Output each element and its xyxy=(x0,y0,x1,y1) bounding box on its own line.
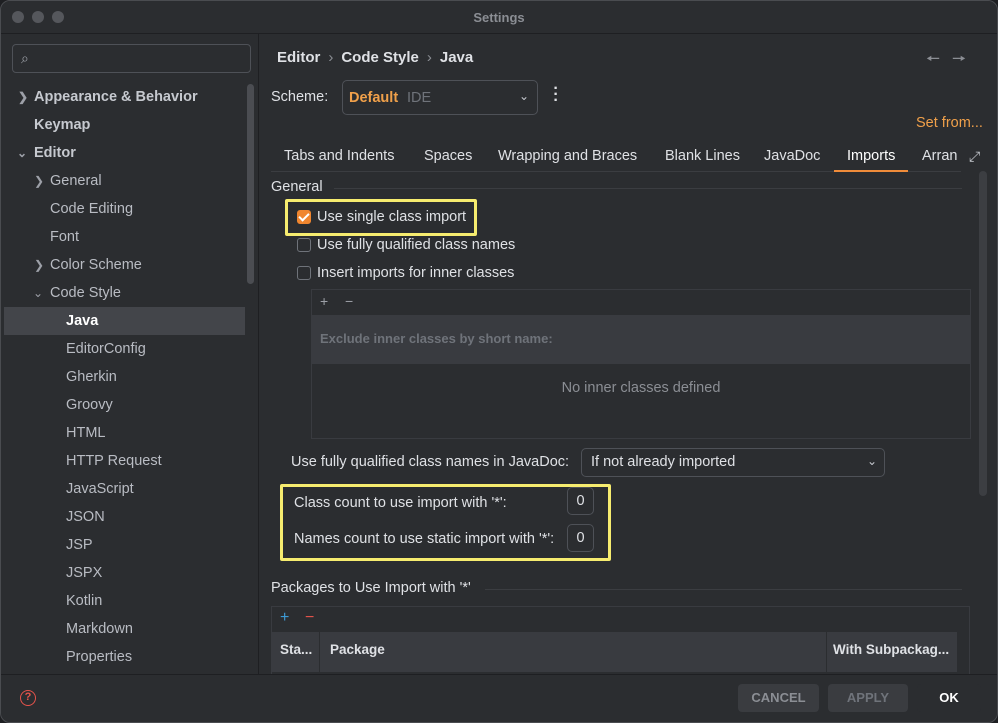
tree-item-code-style[interactable]: ⌄ Code Style xyxy=(4,279,245,307)
column-static[interactable]: Sta... xyxy=(280,642,312,657)
tree-item-jspx[interactable]: JSPX xyxy=(4,559,245,587)
inner-classes-toolbar: + − xyxy=(312,290,970,315)
column-package[interactable]: Package xyxy=(330,642,385,657)
sidebar-scrollbar[interactable] xyxy=(247,84,254,284)
chevron-right-icon: ❯ xyxy=(18,90,29,104)
use-fully-qualified-checkbox[interactable] xyxy=(297,238,311,252)
add-icon[interactable]: + xyxy=(280,609,289,627)
tree-item-jsp[interactable]: JSP xyxy=(4,531,245,559)
javadoc-select[interactable]: If not already imported ⌄ xyxy=(581,448,885,477)
settings-sidebar: ⌕ ❯ Appearance & Behavior Keymap ⌄ Editor … xyxy=(1,34,259,674)
title-bar: Settings xyxy=(1,1,997,34)
set-from-link[interactable]: Set from... xyxy=(916,115,983,131)
insert-inner-imports-checkbox[interactable] xyxy=(297,266,311,280)
scheme-select[interactable]: Default IDE ⌄ xyxy=(342,80,538,115)
tree-item-html[interactable]: HTML xyxy=(4,419,245,447)
arrow-left-icon[interactable]: 🠔 xyxy=(926,48,940,75)
tree-item-json[interactable]: JSON xyxy=(4,503,245,531)
tree-item-font[interactable]: Font xyxy=(4,223,245,251)
settings-main: Editor › Code Style › Java 🠔 🠖 Scheme: Defau… xyxy=(260,34,997,674)
settings-window: Settings ⌕ ❯ Appearance & Behavior Keymap… xyxy=(0,0,998,723)
window-title: Settings xyxy=(473,10,525,25)
divider xyxy=(826,632,827,672)
chevron-right-icon: ❯ xyxy=(34,174,45,188)
tab-arrangement[interactable]: Arran xyxy=(909,140,961,172)
tree-item-groovy[interactable]: Groovy xyxy=(4,391,245,419)
highlight-box xyxy=(285,199,477,236)
tree-item-code-editing[interactable]: Code Editing xyxy=(4,195,245,223)
packages-header: Sta... Package With Subpackag... xyxy=(272,632,957,672)
more-options-icon[interactable]: · · · xyxy=(552,81,560,109)
cancel-button[interactable]: CANCEL xyxy=(738,684,819,712)
arrow-right-icon[interactable]: 🠖 xyxy=(952,48,966,75)
scheme-label: Scheme: xyxy=(271,89,329,105)
tree-item-markdown[interactable]: Markdown xyxy=(4,615,245,643)
divider xyxy=(485,589,962,590)
tree-item-properties[interactable]: Properties xyxy=(4,643,245,671)
chevron-right-icon: ❯ xyxy=(34,258,45,272)
tree-item-editor[interactable]: ⌄ Editor xyxy=(4,139,245,167)
tree-item-kotlin[interactable]: Kotlin xyxy=(4,587,245,615)
breadcrumb-java: Java xyxy=(439,49,474,66)
packages-table: + − Sta... Package With Subpackag... xyxy=(271,606,970,674)
divider xyxy=(334,188,962,189)
inner-classes-header: Exclude inner classes by short name: xyxy=(312,315,970,364)
inner-classes-table: + − Exclude inner classes by short name:… xyxy=(311,289,971,439)
tab-tabs-and-indents[interactable]: Tabs and Indents xyxy=(271,140,407,172)
chevron-down-icon: ⌄ xyxy=(518,89,529,103)
content-scrollbar[interactable] xyxy=(979,171,987,496)
remove-icon[interactable]: − xyxy=(305,609,314,627)
tab-wrapping-and-braces[interactable]: Wrapping and Braces xyxy=(485,140,650,172)
tree-item-appearance[interactable]: ❯ Appearance & Behavior xyxy=(4,83,245,111)
column-with-subpackages[interactable]: With Subpackag... xyxy=(833,642,949,657)
tree-item-color-scheme[interactable]: ❯ Color Scheme xyxy=(4,251,245,279)
tree-item-http-request[interactable]: HTTP Request xyxy=(4,447,245,475)
help-icon[interactable]: ? xyxy=(20,690,36,706)
packages-section-title: Packages to Use Import with '*' xyxy=(271,580,471,596)
chevron-down-icon: ⌄ xyxy=(17,146,28,160)
inner-classes-empty: No inner classes defined xyxy=(561,380,721,396)
dialog-footer: ? CANCEL APPLY OK xyxy=(1,674,997,722)
javadoc-label: Use fully qualified class names in JavaD… xyxy=(291,454,570,470)
tree-item-gherkin[interactable]: Gherkin xyxy=(4,363,245,391)
tree-item-keymap[interactable]: Keymap xyxy=(4,111,245,139)
tree-item-general[interactable]: ❯ General xyxy=(4,167,245,195)
scheme-qualifier: IDE xyxy=(407,90,432,106)
breadcrumb: Editor › Code Style › Java xyxy=(277,49,474,66)
search-input[interactable]: ⌕ xyxy=(12,44,251,73)
tree-item-editorconfig[interactable]: EditorConfig xyxy=(4,335,245,363)
breadcrumb-code-style[interactable]: Code Style xyxy=(341,49,419,66)
tab-spaces[interactable]: Spaces xyxy=(411,140,485,172)
tab-imports[interactable]: Imports xyxy=(834,140,909,172)
divider xyxy=(319,632,320,672)
packages-toolbar: + − xyxy=(272,607,969,632)
add-icon[interactable]: + xyxy=(320,293,328,309)
search-icon: ⌕ xyxy=(21,50,29,66)
tab-blank-lines[interactable]: Blank Lines xyxy=(652,140,753,172)
chevron-down-icon: ⌄ xyxy=(866,454,877,468)
tree-item-java[interactable]: Java xyxy=(4,307,245,335)
imports-panel: General Use single class import Use full… xyxy=(260,174,980,674)
remove-icon[interactable]: − xyxy=(345,293,353,309)
chevron-down-icon: ⌄ xyxy=(33,286,44,300)
scheme-value: Default xyxy=(349,90,399,106)
general-section-title: General xyxy=(271,179,323,195)
apply-button[interactable]: APPLY xyxy=(828,684,908,712)
expand-icon[interactable]: ⤢ xyxy=(969,148,980,165)
ok-button[interactable]: OK xyxy=(917,684,981,712)
breadcrumb-editor[interactable]: Editor xyxy=(277,49,320,66)
highlight-box xyxy=(280,484,611,561)
tree-item-javascript[interactable]: JavaScript xyxy=(4,475,245,503)
code-style-tabs: Tabs and Indents Spaces Wrapping and Bra… xyxy=(271,140,961,172)
tab-javadoc[interactable]: JavaDoc xyxy=(751,140,833,172)
